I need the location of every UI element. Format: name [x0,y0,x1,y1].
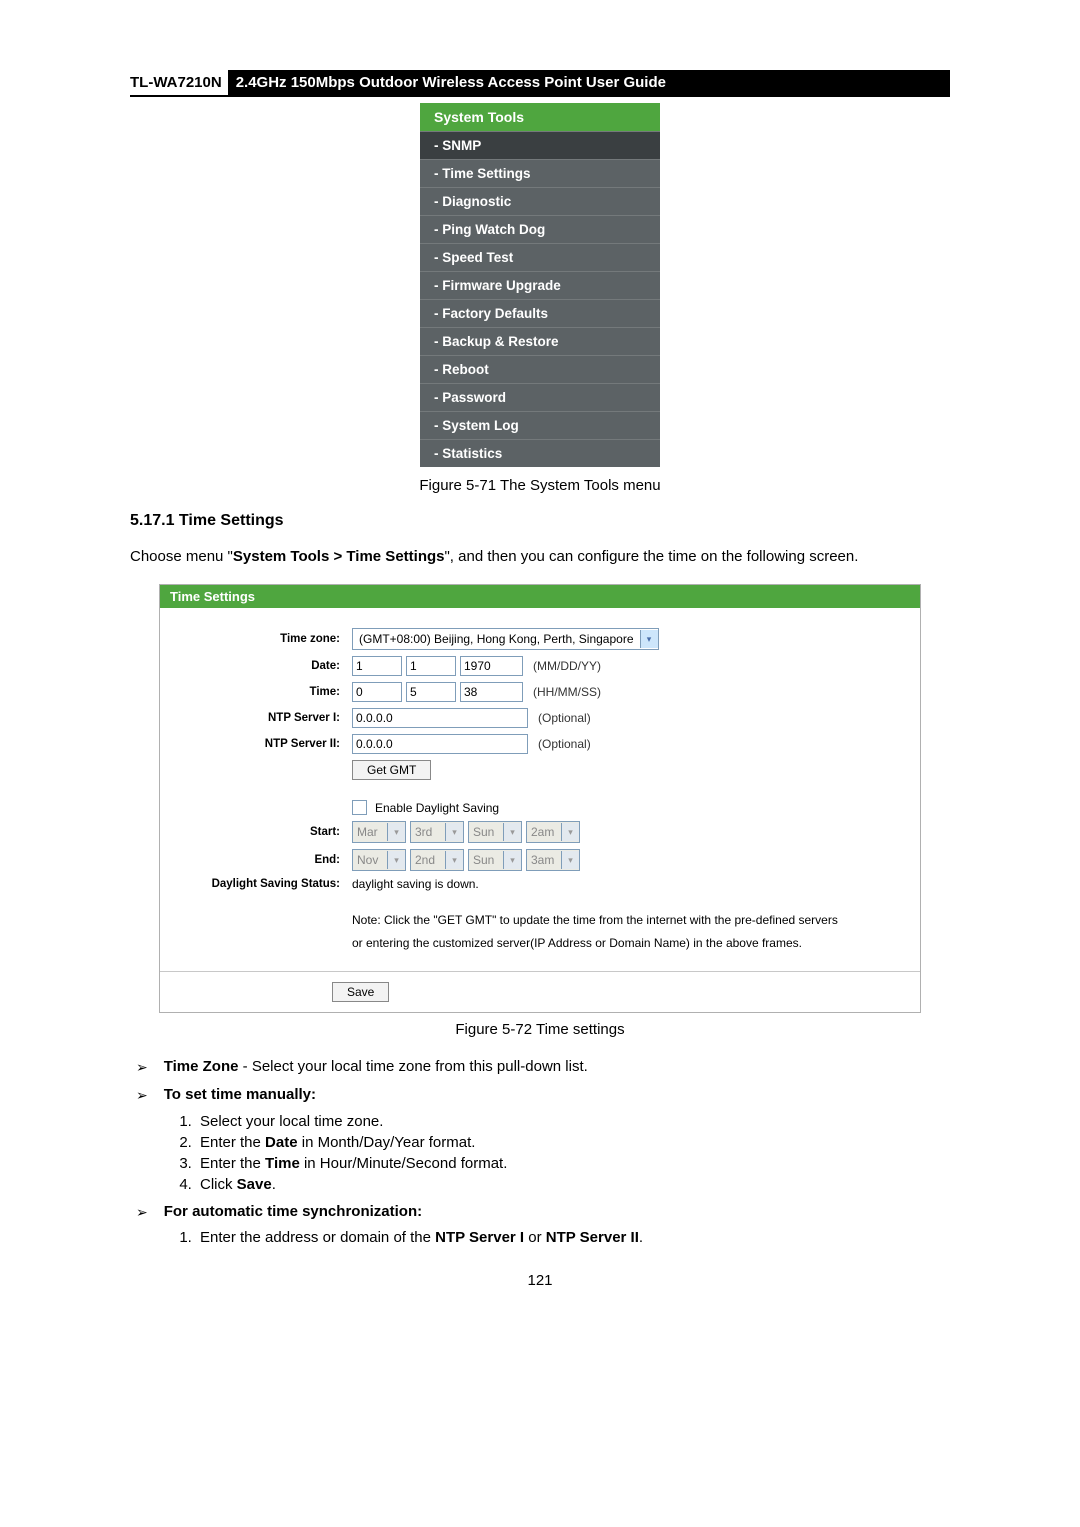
input-hour[interactable] [352,682,402,702]
input-ntp2[interactable] [352,734,528,754]
note-line-1: Note: Click the "GET GMT" to update the … [352,909,900,932]
menu-item-system-log[interactable]: - System Log [420,411,660,439]
intro-text-2: ", and then you can configure the time o… [444,548,858,565]
bullet-timezone: ➢ Time Zone - Select your local time zon… [136,1056,950,1079]
label-ds-status: Daylight Saving Status: [180,878,352,890]
label-date: Date: [180,660,352,672]
chevron-down-icon: ▾ [387,823,405,841]
steps-auto: Enter the address or domain of the NTP S… [196,1229,950,1246]
get-gmt-button[interactable]: Get GMT [352,760,431,780]
menu-item-backup-restore[interactable]: - Backup & Restore [420,327,660,355]
bullet-tz-label: Time Zone [164,1058,239,1075]
select-timezone-value: (GMT+08:00) Beijing, Hong Kong, Perth, S… [353,632,640,646]
note-block: Note: Click the "GET GMT" to update the … [180,897,900,961]
triangle-icon: ➢ [136,1057,148,1079]
bullet-auto-label: For automatic time synchronization: [164,1201,422,1224]
bullet-auto: ➢ For automatic time synchronization: [136,1201,950,1224]
intro-paragraph: Choose menu "System Tools > Time Setting… [130,545,950,569]
menu-item-factory-defaults[interactable]: - Factory Defaults [420,299,660,327]
menu-item-time-settings[interactable]: - Time Settings [420,159,660,187]
input-second[interactable] [460,682,523,702]
chevron-down-icon: ▾ [561,823,579,841]
system-tools-menu: System Tools - SNMP - Time Settings - Di… [420,103,660,467]
select-end-day[interactable]: Sun▾ [468,849,522,871]
menu-item-firmware-upgrade[interactable]: - Firmware Upgrade [420,271,660,299]
input-ntp1[interactable] [352,708,528,728]
hint-time: (HH/MM/SS) [533,685,601,699]
chevron-down-icon: ▾ [445,851,463,869]
input-month[interactable] [352,656,402,676]
step-manual-2: Enter the Date in Month/Day/Year format. [196,1134,950,1151]
intro-text-1: Choose menu " [130,548,233,565]
label-ntp1: NTP Server I: [180,712,352,724]
doc-header: TL-WA7210N 2.4GHz 150Mbps Outdoor Wirele… [130,70,950,97]
select-start-month[interactable]: Mar▾ [352,821,406,843]
hint-date: (MM/DD/YY) [533,659,601,673]
step-manual-4: Click Save. [196,1176,950,1193]
select-start-hour[interactable]: 2am▾ [526,821,580,843]
panel-title: Time Settings [160,585,920,608]
chevron-down-icon: ▾ [561,851,579,869]
step-manual-3: Enter the Time in Hour/Minute/Second for… [196,1155,950,1172]
step-manual-1: Select your local time zone. [196,1113,950,1130]
bullet-tz-text: - Select your local time zone from this … [238,1058,587,1075]
label-enable-ds: Enable Daylight Saving [375,801,499,815]
input-day[interactable] [406,656,456,676]
figure-caption-panel: Figure 5-72 Time settings [130,1021,950,1038]
input-year[interactable] [460,656,523,676]
hint-ntp2: (Optional) [538,737,591,751]
label-timezone: Time zone: [180,633,352,645]
save-button[interactable]: Save [332,982,389,1002]
step-auto-1: Enter the address or domain of the NTP S… [196,1229,950,1246]
model-number: TL-WA7210N [130,70,228,95]
menu-item-statistics[interactable]: - Statistics [420,439,660,467]
bullet-manual: ➢ To set time manually: [136,1084,950,1107]
checkbox-enable-ds[interactable] [352,800,367,815]
page-number: 121 [130,1272,950,1289]
steps-manual: Select your local time zone. Enter the D… [196,1113,950,1193]
doc-title: 2.4GHz 150Mbps Outdoor Wireless Access P… [228,70,950,95]
menu-item-reboot[interactable]: - Reboot [420,355,660,383]
select-start-week[interactable]: 3rd▾ [410,821,464,843]
label-time: Time: [180,686,352,698]
menu-item-snmp[interactable]: - SNMP [420,131,660,159]
triangle-icon: ➢ [136,1202,148,1224]
menu-header: System Tools [420,103,660,131]
triangle-icon: ➢ [136,1085,148,1107]
time-settings-panel: Time Settings Time zone: (GMT+08:00) Bei… [159,584,921,1013]
select-end-hour[interactable]: 3am▾ [526,849,580,871]
intro-menu-path: System Tools > Time Settings [233,548,445,565]
section-heading: 5.17.1 Time Settings [130,512,950,530]
chevron-down-icon: ▾ [387,851,405,869]
chevron-down-icon: ▾ [640,630,658,648]
figure-caption-menu: Figure 5-71 The System Tools menu [130,477,950,494]
chevron-down-icon: ▾ [503,851,521,869]
hint-ntp1: (Optional) [538,711,591,725]
input-minute[interactable] [406,682,456,702]
note-line-2: or entering the customized server(IP Add… [352,932,900,955]
chevron-down-icon: ▾ [503,823,521,841]
select-end-week[interactable]: 2nd▾ [410,849,464,871]
label-ntp2: NTP Server II: [180,738,352,750]
menu-item-ping-watch-dog[interactable]: - Ping Watch Dog [420,215,660,243]
select-end-month[interactable]: Nov▾ [352,849,406,871]
bullet-manual-label: To set time manually: [164,1084,316,1107]
chevron-down-icon: ▾ [445,823,463,841]
menu-item-password[interactable]: - Password [420,383,660,411]
select-timezone[interactable]: (GMT+08:00) Beijing, Hong Kong, Perth, S… [352,628,659,650]
select-start-day[interactable]: Sun▾ [468,821,522,843]
label-end: End: [180,854,352,866]
value-ds-status: daylight saving is down. [352,877,479,891]
menu-item-diagnostic[interactable]: - Diagnostic [420,187,660,215]
label-start: Start: [180,826,352,838]
menu-item-speed-test[interactable]: - Speed Test [420,243,660,271]
